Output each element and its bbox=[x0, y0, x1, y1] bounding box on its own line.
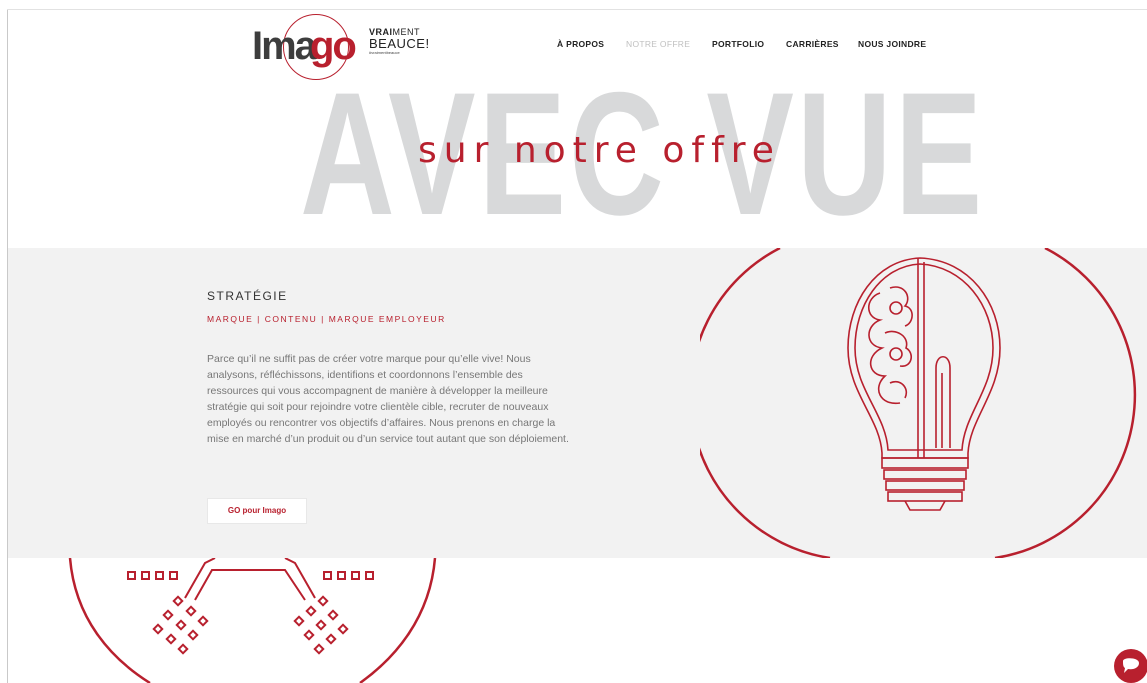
nav-notre-offre[interactable]: NOTRE OFFRE bbox=[626, 39, 690, 49]
nav-nous-joindre[interactable]: NOUS JOINDRE bbox=[858, 39, 926, 49]
megaphone-rays-icon bbox=[68, 558, 437, 683]
lightbulb-brain-icon bbox=[700, 248, 1137, 558]
go-pour-imago-button[interactable]: GO pour Imago bbox=[207, 498, 307, 524]
section-body-text: Parce qu’il ne suffit pas de créer votre… bbox=[207, 353, 569, 445]
tagline-line2: BEAUCE! bbox=[369, 36, 430, 51]
chat-bubble-icon[interactable] bbox=[1111, 646, 1147, 683]
vraiment-beauce-logo[interactable]: VRAIMENT BEAUCE! #vraimentbeauce bbox=[369, 28, 449, 56]
nav-carrieres[interactable]: CARRIÈRES bbox=[786, 39, 839, 49]
section-title: STRATÉGIE bbox=[207, 289, 288, 303]
section-tags: MARQUE | CONTENU | MARQUE EMPLOYEUR bbox=[207, 314, 446, 324]
hero-subtitle: sur notre offre bbox=[418, 130, 781, 171]
nav-a-propos[interactable]: À PROPOS bbox=[557, 39, 604, 49]
window-top-edge bbox=[7, 0, 1147, 10]
window-edge bbox=[0, 0, 8, 683]
nav-portfolio[interactable]: PORTFOLIO bbox=[712, 39, 764, 49]
